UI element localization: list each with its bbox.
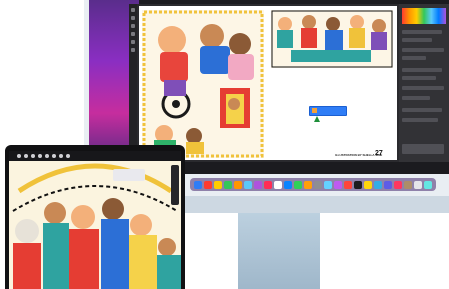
dock-app-icon[interactable] xyxy=(234,180,242,189)
brush-size-slider[interactable] xyxy=(171,165,179,205)
tool-icon[interactable] xyxy=(131,40,135,44)
toolbar-tool-icon[interactable] xyxy=(59,154,63,158)
imac-stand xyxy=(238,213,320,289)
dock-app-icon[interactable] xyxy=(224,180,232,189)
ipad-artwork[interactable] xyxy=(9,151,181,289)
dock-app-icon[interactable] xyxy=(304,180,312,189)
panel-row[interactable] xyxy=(402,118,438,122)
dock-app-icon[interactable] xyxy=(214,180,222,189)
dock-app-icon[interactable] xyxy=(364,180,372,189)
dock-app-icon[interactable] xyxy=(344,180,352,189)
artwork-illustration-right xyxy=(271,10,393,68)
toolbar-tool-icon[interactable] xyxy=(31,154,35,158)
panel-row[interactable] xyxy=(402,108,442,112)
tool-icon[interactable] xyxy=(131,16,135,20)
layers-thumbnail[interactable] xyxy=(402,144,444,154)
dock-app-icon[interactable] xyxy=(384,180,392,189)
dragged-layer-chip[interactable] xyxy=(309,106,347,116)
panel-row[interactable] xyxy=(402,38,432,42)
dock-app-icon[interactable] xyxy=(414,180,422,189)
panel-row[interactable] xyxy=(402,48,444,52)
panel-row[interactable] xyxy=(402,76,436,80)
tool-icon[interactable] xyxy=(131,24,135,28)
macos-dock[interactable] xyxy=(190,178,436,191)
dock-app-icon[interactable] xyxy=(294,180,302,189)
pointer-cursor-icon xyxy=(314,116,320,122)
dock-app-icon[interactable] xyxy=(324,180,332,189)
brush-popover[interactable] xyxy=(113,169,145,181)
dock-app-icon[interactable] xyxy=(404,180,412,189)
properties-panel[interactable] xyxy=(399,4,449,162)
color-picker[interactable] xyxy=(402,8,446,24)
ipad-device xyxy=(5,145,185,289)
artwork-illustration-left xyxy=(142,10,264,158)
dock-app-icon[interactable] xyxy=(254,180,262,189)
panel-row[interactable] xyxy=(402,68,442,72)
tools-panel[interactable] xyxy=(129,4,137,162)
panel-row[interactable] xyxy=(402,86,444,90)
ipad-toolbar[interactable] xyxy=(9,151,181,161)
tool-icon[interactable] xyxy=(131,48,135,52)
tool-icon[interactable] xyxy=(131,32,135,36)
dock-app-icon[interactable] xyxy=(354,180,362,189)
dock-app-icon[interactable] xyxy=(314,180,322,189)
dock-app-icon[interactable] xyxy=(374,180,382,189)
design-app-window[interactable]: ILLUSTRATION BY SHELLA SHIE 27 xyxy=(129,4,449,162)
dock-app-icon[interactable] xyxy=(244,180,252,189)
dock-app-icon[interactable] xyxy=(274,180,282,189)
panel-row[interactable] xyxy=(402,30,442,34)
toolbar-tool-icon[interactable] xyxy=(66,154,70,158)
page-number: 27 xyxy=(375,150,383,157)
ipad-display xyxy=(9,151,181,289)
dock-app-icon[interactable] xyxy=(424,180,432,189)
dock-app-icon[interactable] xyxy=(334,180,342,189)
dock-app-icon[interactable] xyxy=(204,180,212,189)
toolbar-tool-icon[interactable] xyxy=(24,154,28,158)
dock-app-icon[interactable] xyxy=(394,180,402,189)
dock-app-icon[interactable] xyxy=(284,180,292,189)
panel-row[interactable] xyxy=(402,96,430,100)
dock-app-icon[interactable] xyxy=(264,180,272,189)
document-canvas[interactable]: ILLUSTRATION BY SHELLA SHIE 27 xyxy=(139,6,397,160)
dock-app-icon[interactable] xyxy=(194,180,202,189)
toolbar-tool-icon[interactable] xyxy=(52,154,56,158)
toolbar-tool-icon[interactable] xyxy=(17,154,21,158)
toolbar-tool-icon[interactable] xyxy=(45,154,49,158)
panel-row[interactable] xyxy=(402,56,426,60)
tool-icon[interactable] xyxy=(131,8,135,12)
toolbar-tool-icon[interactable] xyxy=(38,154,42,158)
